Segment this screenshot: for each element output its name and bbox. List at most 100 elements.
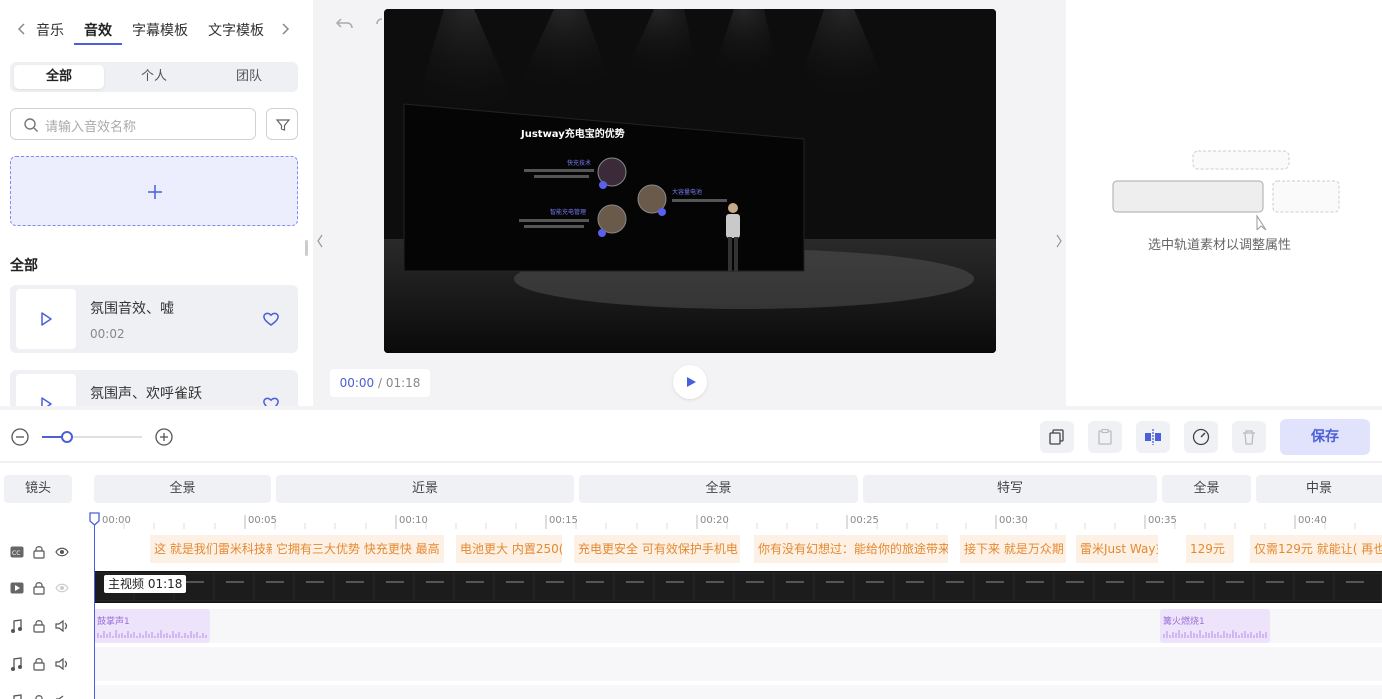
filter-icon: [275, 119, 291, 131]
audio-clip-label: 鼓掌声1: [97, 617, 130, 627]
segment-personal[interactable]: 个人: [109, 65, 199, 89]
subtitle-clip[interactable]: 它拥有三大优势 快充更快 最高: [272, 535, 444, 563]
tick-label: 00:10: [399, 515, 428, 526]
chevron-right-icon[interactable]: [281, 22, 291, 36]
heart-icon[interactable]: [262, 311, 280, 327]
undo-icon[interactable]: [335, 16, 355, 32]
subtitle-clip[interactable]: 充电更安全 可有效保护手机电: [574, 535, 740, 563]
scrollbar[interactable]: [305, 240, 308, 256]
play-icon: [41, 397, 52, 406]
subtitle-clip[interactable]: 这 就是我们雷米科技新: [150, 535, 274, 563]
speed-button[interactable]: [1184, 421, 1218, 453]
tab-sound-effects[interactable]: 音效: [84, 20, 112, 40]
upload-area[interactable]: [10, 156, 298, 226]
segment-all[interactable]: 全部: [14, 65, 104, 89]
video-preview[interactable]: Justway充电宝的优势 快充技术 大容量电池 智能充电管理: [384, 9, 996, 353]
slide-feature: 智能充电管理: [550, 208, 586, 216]
subtitle-clip[interactable]: 129元: [1186, 535, 1234, 563]
main-video-label: 主视频 01:18: [104, 575, 187, 593]
list-item[interactable]: 氛围音效、嘘 00:02: [10, 285, 298, 353]
tick-label: 00:25: [850, 515, 879, 526]
search-placeholder: 请输入音效名称: [45, 120, 137, 135]
shot-segment[interactable]: 特写: [863, 475, 1157, 503]
subtitle-clip[interactable]: 仅需129元 就能让( 再也: [1250, 535, 1382, 563]
shot-segment[interactable]: 全景: [1162, 475, 1251, 503]
filter-button[interactable]: [266, 108, 298, 140]
main-video-track[interactable]: 主视频 01:18: [94, 571, 1382, 603]
svg-text:CC: CC: [12, 550, 20, 557]
playhead[interactable]: [94, 513, 95, 699]
collapse-left-icon[interactable]: [315, 232, 325, 250]
subtitle-track: 这 就是我们雷米科技新 它拥有三大优势 快充更快 最高 电池更大 内置250( …: [94, 535, 1382, 563]
tab-subtitle-templates[interactable]: 字幕模板: [132, 20, 188, 40]
list-item[interactable]: 氛围声、欢呼雀跃: [10, 370, 298, 406]
lock-icon[interactable]: [33, 581, 45, 595]
tab-text-templates[interactable]: 文字模板: [208, 20, 264, 40]
shot-segment[interactable]: 全景: [94, 475, 271, 503]
split-icon: [1145, 429, 1161, 445]
trash-icon: [1243, 430, 1255, 445]
paste-button[interactable]: [1088, 421, 1122, 453]
paste-icon: [1098, 429, 1112, 445]
eye-icon[interactable]: [55, 582, 69, 594]
subtitle-clip[interactable]: 电池更大 内置250(: [456, 535, 562, 563]
properties-panel: 选中轨道素材以调整属性: [1066, 0, 1382, 406]
volume-icon[interactable]: [55, 694, 69, 699]
volume-icon[interactable]: [55, 619, 69, 633]
zoom-slider-handle[interactable]: [61, 431, 73, 443]
slide-feature: 大容量电池: [672, 188, 702, 196]
item-title: 氛围音效、嘘: [90, 301, 174, 317]
cc-icon: CC: [10, 546, 24, 558]
tab-music[interactable]: 音乐: [36, 20, 64, 40]
segment-team[interactable]: 团队: [204, 65, 294, 89]
item-duration: 00:02: [90, 327, 125, 341]
search-input[interactable]: 请输入音效名称: [10, 108, 256, 140]
subtitle-clip[interactable]: 接下来 就是万众期: [960, 535, 1066, 563]
delete-button[interactable]: [1232, 421, 1266, 453]
shot-row-label: 镜头: [4, 475, 72, 503]
play-icon: [41, 312, 52, 326]
playhead-handle[interactable]: [89, 512, 100, 526]
heart-icon[interactable]: [262, 396, 280, 406]
eye-icon[interactable]: [55, 546, 69, 558]
lock-icon[interactable]: [33, 545, 45, 559]
play-button[interactable]: [16, 289, 76, 349]
music-note-icon: [11, 657, 22, 671]
time-ruler[interactable]: 00:00 00:05 00:10 00:15 00:20 00:25 00:3…: [94, 513, 1382, 529]
lock-icon[interactable]: [33, 657, 45, 671]
subtitle-clip[interactable]: 你有没有幻想过：能给你的旅途带来: [754, 535, 948, 563]
music-note-icon: [13, 694, 22, 699]
redo-icon[interactable]: [375, 16, 383, 32]
play-button[interactable]: [673, 365, 707, 399]
split-button[interactable]: [1136, 421, 1170, 453]
shot-segment[interactable]: 近景: [276, 475, 574, 503]
audio-clip[interactable]: 篝火燃烧1: [1160, 609, 1270, 643]
zoom-out-icon[interactable]: [10, 427, 30, 447]
audio-clip[interactable]: 鼓掌声1: [94, 609, 210, 643]
speedometer-icon: [1192, 428, 1210, 446]
chevron-left-icon[interactable]: [16, 22, 26, 36]
collapse-right-icon[interactable]: [1054, 232, 1064, 250]
audio-track-controls: [0, 616, 80, 636]
shot-segment[interactable]: 全景: [579, 475, 858, 503]
active-tab-indicator: [74, 43, 122, 45]
section-title: 全部: [10, 258, 38, 274]
lock-icon[interactable]: [33, 694, 45, 699]
copy-button[interactable]: [1040, 421, 1074, 453]
tick-label: 00:05: [248, 515, 277, 526]
play-icon: [687, 377, 696, 387]
timeline-toolbar: 保存: [0, 410, 1382, 462]
audio-clip-label: 篝火燃烧1: [1163, 617, 1205, 627]
search-icon: [24, 118, 38, 132]
current-time: 00:00: [339, 376, 375, 390]
shot-segment[interactable]: 中景: [1256, 475, 1382, 503]
volume-icon[interactable]: [55, 657, 69, 671]
tick-label: 00:20: [700, 515, 729, 526]
zoom-in-icon[interactable]: [154, 427, 174, 447]
play-button[interactable]: [16, 374, 76, 406]
lock-icon[interactable]: [33, 619, 45, 633]
tick-label: 00:40: [1298, 515, 1327, 526]
subtitle-clip[interactable]: 雷米Just Way充: [1076, 535, 1158, 563]
video-filmstrip: [94, 572, 1382, 602]
save-button[interactable]: 保存: [1280, 419, 1370, 455]
